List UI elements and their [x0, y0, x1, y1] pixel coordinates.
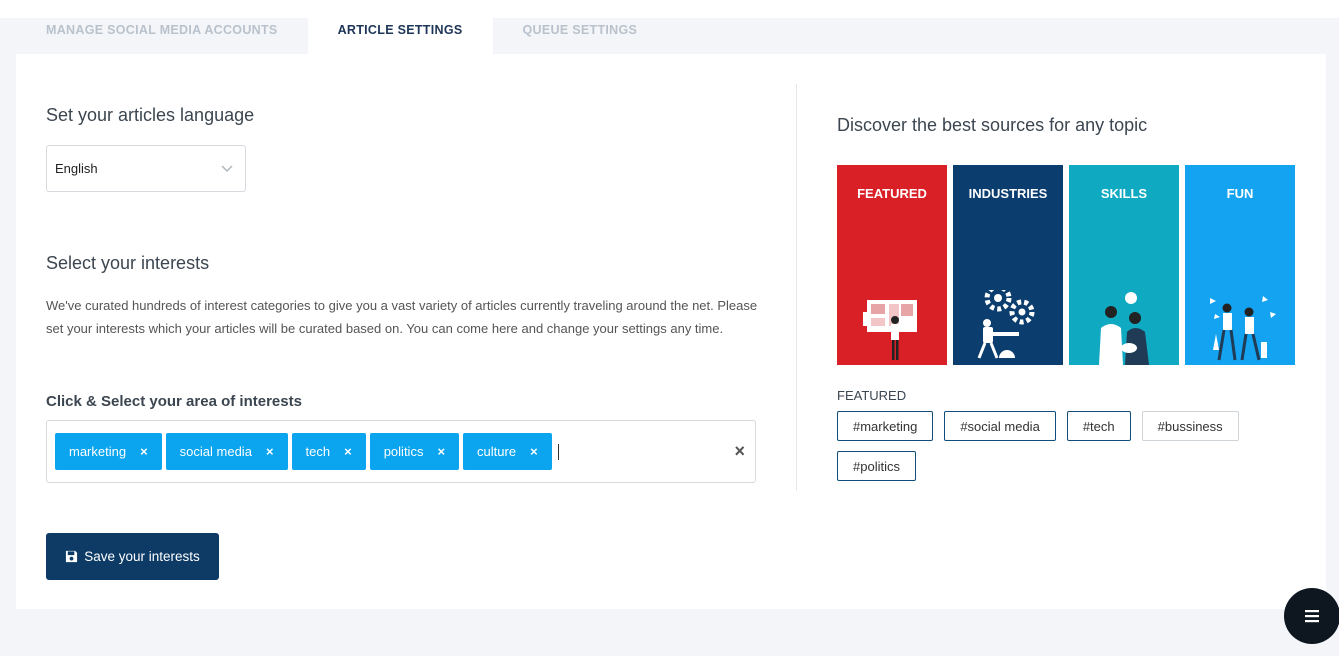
interests-select-label: Click & Select your area of interests	[46, 393, 302, 410]
tile-label: FUN	[1226, 186, 1254, 201]
tile-industries[interactable]: INDUSTRIES	[953, 165, 1063, 365]
team-working-illustration-icon	[1099, 292, 1149, 365]
tile-label: FEATURED	[857, 186, 927, 201]
clear-all-icon[interactable]: ×	[734, 441, 745, 461]
remove-chip-icon[interactable]: ×	[266, 444, 274, 459]
interest-chip[interactable]: culture ×	[463, 433, 552, 470]
interest-chip-label: culture	[477, 444, 517, 459]
interests-description: We've curated hundreds of interest categ…	[46, 298, 758, 336]
interest-chip[interactable]: social media ×	[165, 433, 288, 470]
tile-skills[interactable]: SKILLS	[1069, 165, 1179, 365]
tile-fun[interactable]: FUN	[1185, 165, 1295, 365]
chevron-down-icon	[221, 165, 233, 173]
save-interests-button[interactable]: Save your interests	[46, 533, 219, 580]
settings-card: Set your articles language English Selec…	[16, 54, 1326, 609]
tile-label: SKILLS	[1100, 186, 1148, 201]
gears-illustration-icon	[977, 290, 1035, 359]
language-heading: Set your articles language	[46, 105, 255, 125]
tab-queue-settings[interactable]: QUEUE SETTINGS	[493, 5, 668, 54]
tile-label: INDUSTRIES	[968, 186, 1048, 201]
tile-featured[interactable]: FEATURED	[837, 165, 947, 365]
featured-hashtags: #marketing #social media #tech #bussines…	[837, 411, 1277, 481]
interest-chip-label: politics	[383, 444, 424, 459]
remove-chip-icon[interactable]: ×	[437, 444, 445, 459]
language-select[interactable]: English	[46, 145, 246, 192]
hashtag-politics[interactable]: #politics	[837, 451, 916, 481]
hashtag-tech[interactable]: #tech	[1066, 411, 1131, 441]
interest-chip[interactable]: politics ×	[369, 433, 460, 470]
menu-icon	[1305, 610, 1319, 623]
interest-chip[interactable]: marketing ×	[55, 433, 162, 470]
hashtag-bussiness[interactable]: #bussiness	[1141, 411, 1239, 441]
language-select-value: English	[55, 161, 98, 176]
interest-chip[interactable]: tech ×	[291, 433, 366, 470]
topic-tiles: FEATURED INDUSTRIES SKILLS FUN	[837, 165, 1295, 365]
people-celebrating-illustration-icon	[1210, 296, 1276, 361]
remove-chip-icon[interactable]: ×	[530, 444, 538, 459]
remove-chip-icon[interactable]: ×	[344, 444, 352, 459]
featured-label: FEATURED	[837, 388, 907, 403]
column-divider	[796, 84, 797, 491]
tab-manage-social-media-accounts[interactable]: MANAGE SOCIAL MEDIA ACCOUNTS	[16, 5, 308, 54]
interests-heading: Select your interests	[46, 253, 210, 273]
interest-chip-label: tech	[305, 444, 331, 459]
presentation-board-illustration-icon	[863, 300, 917, 360]
hashtag-social-media[interactable]: #social media	[944, 411, 1056, 441]
floating-menu-button[interactable]	[1284, 588, 1339, 644]
floppy-disk-icon	[66, 550, 78, 563]
remove-chip-icon[interactable]: ×	[140, 444, 148, 459]
discover-heading: Discover the best sources for any topic	[837, 115, 1148, 135]
interest-chip-label: marketing	[69, 444, 127, 459]
interest-chip-label: social media	[179, 444, 252, 459]
save-interests-label: Save your interests	[84, 549, 200, 564]
hashtag-marketing[interactable]: #marketing	[837, 411, 934, 441]
tab-article-settings[interactable]: ARTICLE SETTINGS	[307, 5, 493, 54]
text-caret[interactable]	[557, 444, 559, 460]
settings-tabs: MANAGE SOCIAL MEDIA ACCOUNTS ARTICLE SET…	[16, 5, 667, 54]
interests-tag-input[interactable]: marketing × social media × tech × politi…	[46, 420, 756, 483]
